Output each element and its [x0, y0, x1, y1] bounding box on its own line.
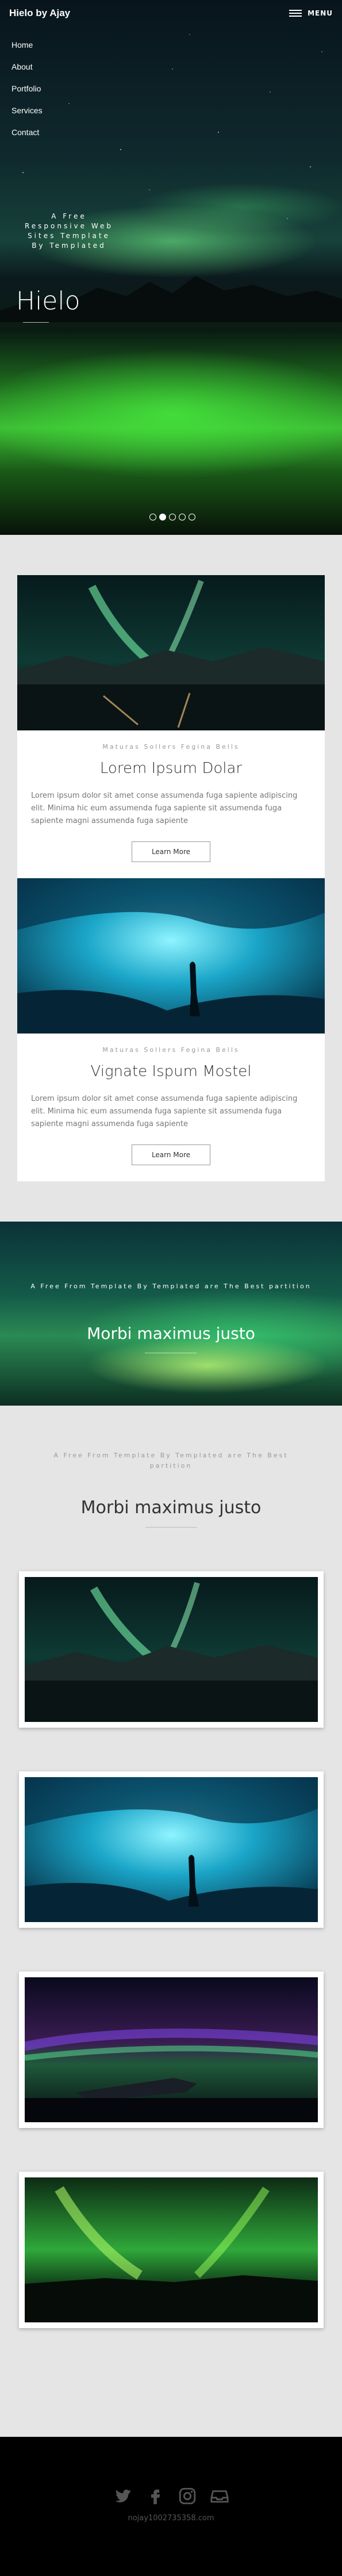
banner-section: A Free From Template By Templated are Th…	[0, 1222, 342, 1406]
social-links	[0, 2486, 342, 2506]
inbox-icon[interactable]	[210, 2486, 229, 2506]
gallery-header: A Free From Template By Templated are Th…	[0, 1450, 342, 1528]
nav-menu: Home About Portfolio Services Contact	[11, 40, 43, 150]
card-image-ice-cave	[17, 878, 325, 1034]
gallery-image-aurora-lake	[24, 1577, 318, 1722]
gallery-section: A Free From Template By Templated are Th…	[0, 1450, 342, 2328]
starfield	[22, 34, 322, 248]
card-1: Maturas Sollers Fegina Bells Lorem Ipsum…	[17, 730, 325, 878]
gallery-item-3[interactable]	[18, 1972, 324, 2128]
menu-button[interactable]: MENU	[289, 9, 333, 17]
slider-dots	[149, 514, 195, 520]
card-2-title: Vignate Ispum Mostel	[90, 1063, 252, 1080]
gallery-image-aurora-village	[24, 2177, 318, 2322]
card-1-learn-more-button[interactable]: Learn More	[131, 841, 211, 862]
nav-item-home[interactable]: Home	[11, 40, 43, 49]
top-bar: Hielo by Ajay MENU	[0, 0, 342, 26]
cards-section: Maturas Sollers Fegina Bells Lorem Ipsum…	[17, 575, 325, 1181]
card-2: Maturas Sollers Fegina Bells Vignate Isp…	[17, 1034, 325, 1181]
gallery-item-4[interactable]	[18, 2172, 324, 2328]
nav-item-contact[interactable]: Contact	[11, 128, 43, 137]
card-2-eyebrow: Maturas Sollers Fegina Bells	[102, 1046, 240, 1054]
footer-email[interactable]: nojay1002735358.com	[0, 2514, 342, 2523]
card-1-eyebrow: Maturas Sollers Fegina Bells	[102, 743, 240, 751]
menu-label: MENU	[308, 9, 333, 17]
twitter-icon[interactable]	[113, 2486, 133, 2506]
brand-logo[interactable]: Hielo by Ajay	[9, 7, 70, 19]
facebook-icon[interactable]	[145, 2486, 165, 2506]
instagram-icon[interactable]	[178, 2486, 197, 2506]
slide-dot-1[interactable]	[149, 514, 156, 520]
nav-item-portfolio[interactable]: Portfolio	[11, 84, 43, 93]
slide-dot-5[interactable]	[189, 514, 195, 520]
card-2-learn-more-button[interactable]: Learn More	[131, 1145, 211, 1165]
gallery-image-aurora-plane-wreck	[24, 1977, 318, 2122]
nav-item-services[interactable]: Services	[11, 106, 43, 115]
slide-dot-2[interactable]	[159, 514, 166, 520]
hero-divider	[23, 322, 49, 323]
gallery-image-ice-cave	[24, 1777, 318, 1922]
footer: nojay1002735358.com	[0, 2437, 342, 2576]
hero-section: Hielo by Ajay MENU Home About Portfolio …	[0, 0, 342, 535]
gallery-title: Morbi maximus justo	[80, 1498, 262, 1518]
hero-title: Hielo	[16, 286, 80, 316]
nav-item-about[interactable]: About	[11, 62, 43, 71]
card-1-text: Lorem ipsum dolor sit amet conse assumen…	[31, 791, 298, 825]
slide-dot-3[interactable]	[169, 514, 176, 520]
hero-subtitle: A Free Responsive Web Sites Template By …	[24, 212, 114, 250]
page: Hielo by Ajay MENU Home About Portfolio …	[0, 0, 342, 2576]
gallery-item-2[interactable]	[18, 1771, 324, 1928]
gallery-item-1[interactable]	[18, 1571, 324, 1728]
gallery-divider	[145, 1527, 197, 1528]
card-1-title: Lorem Ipsum Dolar	[99, 760, 243, 777]
banner-eyebrow: A Free From Template By Templated are Th…	[30, 1283, 312, 1290]
banner-title: Morbi maximus justo	[87, 1324, 255, 1343]
card-image-aurora-lake	[17, 575, 325, 730]
card-2-text: Lorem ipsum dolor sit amet conse assumen…	[31, 1094, 298, 1128]
hamburger-icon	[289, 10, 302, 17]
gallery-eyebrow: A Free From Template By Templated are Th…	[53, 1452, 289, 1469]
slide-dot-4[interactable]	[179, 514, 186, 520]
